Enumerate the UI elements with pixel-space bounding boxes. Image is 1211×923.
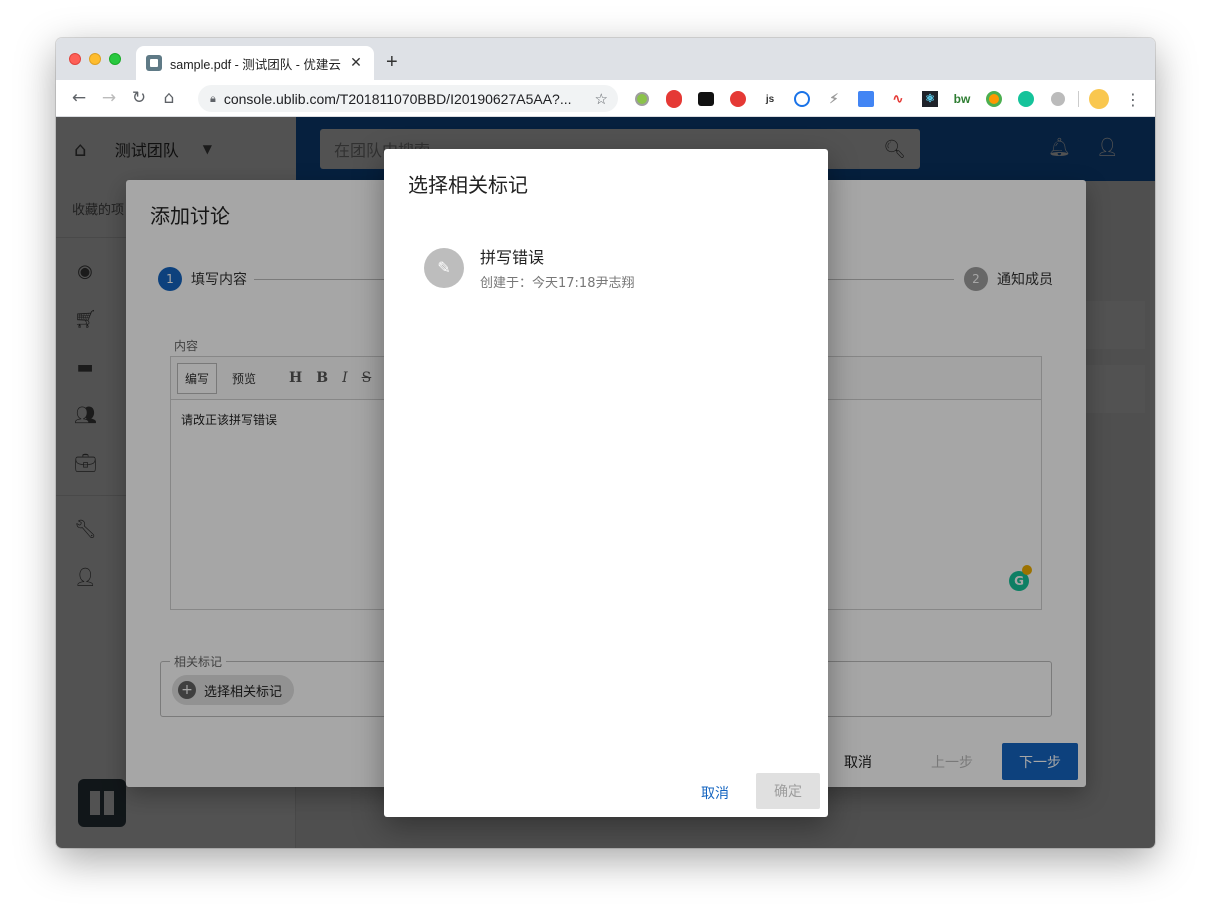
tag-text: 拼写错误 创建于：今天17:18尹志翔 (480, 244, 634, 291)
close-tab-icon[interactable]: ✕ (348, 55, 364, 71)
lock-icon: 🔒︎ (210, 91, 216, 105)
bookmark-star-icon[interactable]: ☆ (595, 90, 608, 108)
confirm-button[interactable]: 确定 (756, 773, 820, 809)
extensions-row: js ⚡︎ ∿ ⚛ bw (630, 87, 1111, 111)
tab-strip: sample.pdf - 测试团队 - 优建云 ✕ + (56, 38, 1155, 80)
extension-1password-icon[interactable] (790, 87, 814, 111)
maximize-window-button[interactable] (109, 53, 121, 65)
tag-list-item[interactable]: ✎ 拼写错误 创建于：今天17:18尹志翔 (424, 244, 634, 291)
tag-name: 拼写错误 (480, 248, 545, 267)
extension-bw-icon[interactable]: bw (950, 87, 974, 111)
forward-icon[interactable]: → (94, 88, 124, 108)
tab-title: sample.pdf - 测试团队 - 优建云 (170, 57, 341, 72)
extension-react-icon[interactable]: ⚛ (918, 87, 942, 111)
extension-green-circle-icon[interactable] (630, 87, 654, 111)
new-tab-button[interactable]: + (386, 51, 398, 74)
close-window-button[interactable] (69, 53, 81, 65)
extension-translate-icon[interactable] (854, 87, 878, 111)
extension-bolt-icon[interactable]: ⚡︎ (822, 87, 846, 111)
app: ⌂ 测试团队 ▼ 在团队中搜索 🔍︎ 🔔︎ 👤︎ 收藏的项目 ◉ 🛒︎ ▬ 👥︎… (56, 117, 1155, 848)
select-tags-dialog: 选择相关标记 ✎ 拼写错误 创建于：今天17:18尹志翔 取消 确定 (384, 149, 828, 817)
extension-glasses-icon[interactable] (694, 87, 718, 111)
back-icon[interactable]: ← (64, 88, 94, 108)
browser-window: sample.pdf - 测试团队 - 优建云 ✕ + ← → ↻ ⌂ 🔒︎ c… (56, 38, 1155, 848)
url-text[interactable]: console.ublib.com/T201811070BBD/I2019062… (224, 91, 595, 107)
profile-avatar[interactable] (1087, 87, 1111, 111)
address-bar[interactable]: 🔒︎ console.ublib.com/T201811070BBD/I2019… (198, 85, 618, 112)
dialog-title: 选择相关标记 (408, 173, 528, 197)
minimize-window-button[interactable] (89, 53, 101, 65)
reload-icon[interactable]: ↻ (124, 88, 154, 108)
cancel-button[interactable]: 取消 (701, 783, 729, 803)
extension-color-circle-icon[interactable] (982, 87, 1006, 111)
favicon-icon (146, 55, 162, 71)
home-icon[interactable]: ⌂ (154, 88, 184, 108)
eraser-icon: ✎ (424, 247, 464, 288)
extension-js-icon[interactable]: js (758, 87, 782, 111)
browser-tab[interactable]: sample.pdf - 测试团队 - 优建云 ✕ (136, 46, 374, 80)
toolbar-divider (1078, 91, 1079, 107)
tag-meta: 创建于：今天17:18尹志翔 (480, 276, 635, 291)
extension-grammarly-icon[interactable] (1014, 87, 1038, 111)
extension-trash-icon[interactable] (726, 87, 750, 111)
extension-chart-icon[interactable]: ∿ (886, 87, 910, 111)
extension-red-hand-icon[interactable] (662, 87, 686, 111)
menu-icon[interactable]: ⋮ (1125, 90, 1141, 109)
browser-toolbar: ← → ↻ ⌂ 🔒︎ console.ublib.com/T201811070B… (56, 80, 1155, 117)
extension-flower-icon[interactable] (1046, 87, 1070, 111)
